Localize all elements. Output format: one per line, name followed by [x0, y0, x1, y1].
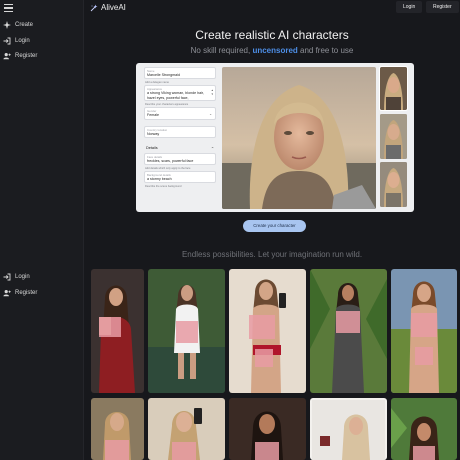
- sidebar-item-label: Create: [15, 22, 34, 28]
- face-details-field[interactable]: Face details freckles, scars, powerful f…: [144, 152, 216, 166]
- chevron-down-icon: ⌄: [209, 112, 212, 117]
- field-hint: Add details which only apply to the face: [145, 167, 191, 171]
- sidebar-item-label: Login: [15, 38, 30, 44]
- censor-block: [249, 315, 275, 339]
- sidebar-item-label: Register: [15, 290, 38, 296]
- character-editor: Name Marcelle Strongmaid Add a delegan n…: [136, 63, 414, 212]
- sparkle-icon: [3, 21, 11, 29]
- gallery-image[interactable]: [310, 398, 387, 460]
- portrait-thumbnail[interactable]: [380, 162, 407, 207]
- censor-block: [415, 347, 433, 365]
- name-field[interactable]: Name Marcelle Strongmaid: [144, 67, 216, 80]
- sidebar-item-login[interactable]: Login: [3, 273, 30, 281]
- login-icon: [3, 273, 11, 281]
- create-character-button[interactable]: Create your character: [243, 220, 306, 232]
- subtitle-text: No skill required,: [190, 46, 253, 55]
- field-value: a strong Viking woman, blonde hair, haze…: [147, 91, 204, 100]
- brand-logo[interactable]: AliveAI: [90, 3, 126, 12]
- censor-block: [105, 440, 129, 460]
- gallery-image[interactable]: [91, 398, 144, 460]
- login-button[interactable]: Login: [396, 1, 423, 13]
- gallery-image[interactable]: [229, 398, 306, 460]
- logo-icon: [90, 4, 98, 11]
- subtitle-accent: uncensored: [252, 46, 298, 55]
- sidebar-item-create[interactable]: Create: [3, 21, 33, 29]
- gallery-heading: Endless possibilities. Let your imaginat…: [181, 250, 363, 259]
- register-button[interactable]: Register: [426, 1, 459, 13]
- hamburger-menu-icon[interactable]: [4, 4, 13, 12]
- field-value: Female: [147, 113, 159, 118]
- censor-block: [255, 349, 273, 367]
- sidebar-item-login[interactable]: Login: [3, 37, 30, 45]
- field-value: Marcelle Strongmaid: [147, 73, 180, 77]
- logo-text: AliveAI: [101, 3, 126, 12]
- censor-block: [99, 317, 121, 337]
- details-label: Details: [146, 145, 158, 150]
- login-icon: [3, 37, 11, 45]
- gallery-image[interactable]: [310, 269, 387, 393]
- generated-portrait: [222, 67, 376, 209]
- censor-block: [336, 311, 360, 333]
- censor-block: [176, 321, 198, 343]
- user-plus-icon: [3, 52, 11, 60]
- field-value: freckles, scars, powerful face: [147, 158, 194, 163]
- gallery-image[interactable]: [148, 269, 225, 393]
- sidebar-item-label: Login: [15, 274, 30, 280]
- hero-subtitle: No skill required, uncensored and free t…: [84, 46, 460, 55]
- gallery-image[interactable]: [391, 269, 457, 393]
- portrait-thumbnail[interactable]: [379, 66, 408, 111]
- field-hint: Describe the scene background: [145, 185, 182, 189]
- user-plus-icon: [3, 289, 11, 297]
- sidebar-item-label: Register: [15, 53, 38, 59]
- gallery-image[interactable]: [148, 398, 225, 460]
- field-hint: Describe your characters appearance: [145, 103, 189, 107]
- country-field[interactable]: Country location Norway: [144, 125, 216, 138]
- background-details-field[interactable]: Background details a stormy beach: [144, 171, 216, 184]
- appearance-field[interactable]: Appearance a strong Viking woman, blonde…: [144, 85, 216, 102]
- chevron-up-icon: ⌃: [210, 146, 214, 151]
- censor-block: [255, 442, 279, 460]
- gallery-image[interactable]: [91, 269, 144, 393]
- field-hint: Add a delegan name: [145, 81, 169, 85]
- field-value: Norway: [147, 131, 160, 136]
- subtitle-text: and free to use: [297, 46, 354, 55]
- sidebar-item-register[interactable]: Register: [3, 52, 37, 60]
- censor-block: [411, 313, 437, 337]
- page-title: Create realistic AI characters: [195, 28, 349, 42]
- character-form: Name Marcelle Strongmaid Add a delegan n…: [144, 67, 216, 207]
- sidebar: Create Login Register Login Register: [0, 0, 84, 460]
- censor-block: [172, 442, 196, 460]
- gender-select[interactable]: Gender Female ⌄: [144, 107, 216, 120]
- field-value: a stormy beach: [147, 177, 172, 182]
- gallery-image[interactable]: [229, 269, 306, 393]
- censor-block: [413, 446, 435, 460]
- details-toggle[interactable]: Details ⌃: [144, 144, 216, 153]
- sidebar-item-register[interactable]: Register: [3, 289, 37, 297]
- top-header: AliveAI Login Register: [84, 0, 460, 16]
- scroll-arrows-icon[interactable]: ▴ ▾: [211, 88, 213, 96]
- portrait-thumbnail[interactable]: [380, 114, 407, 159]
- gallery-image[interactable]: [391, 398, 457, 460]
